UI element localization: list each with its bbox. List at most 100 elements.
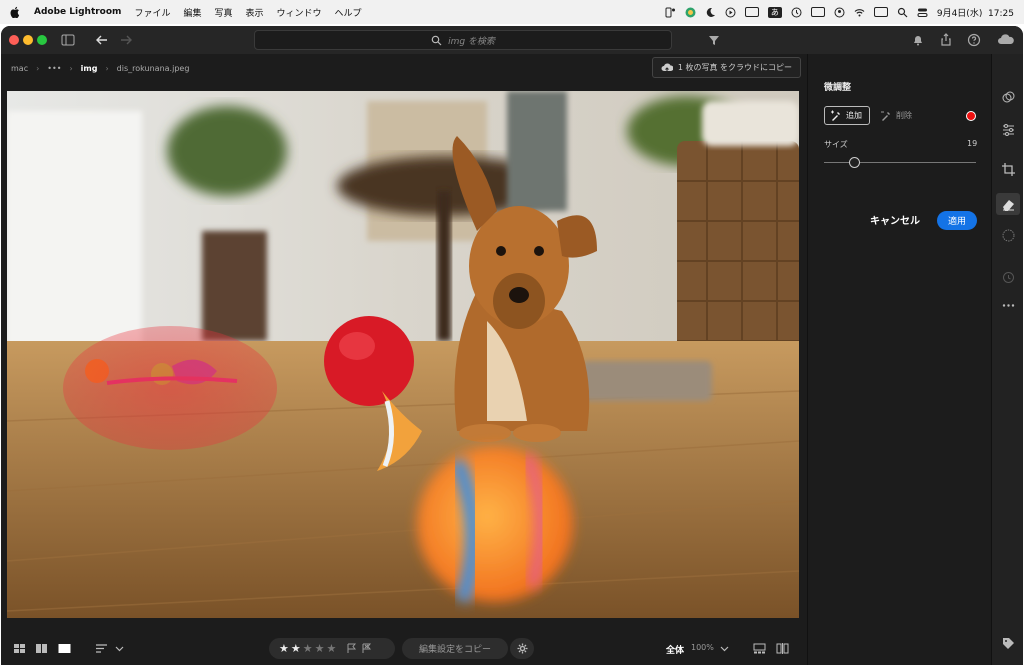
screen-mirror-icon[interactable]: [744, 7, 759, 17]
brush-add-label: 追加: [846, 111, 862, 120]
breadcrumb-item[interactable]: img: [81, 64, 98, 73]
apply-button[interactable]: 適用: [937, 211, 977, 230]
breadcrumb-item[interactable]: mac: [11, 64, 28, 73]
chevron-down-icon[interactable]: [720, 642, 729, 655]
heal-panel: 微調整 追加 削除 サイズ 19 キャンセル 適用: [807, 54, 991, 665]
close-window-button[interactable]: [9, 35, 19, 45]
menu-help[interactable]: ヘルプ: [335, 6, 362, 19]
breadcrumb-item[interactable]: •••: [47, 64, 61, 73]
menubar-datetime[interactable]: 9月4日(水) 17:25: [937, 6, 1014, 19]
panel-title: 微調整: [824, 83, 852, 93]
lightroom-window: img を検索 mac › ••• › img › dis_rokunana.j…: [1, 26, 1023, 665]
chevron-right-icon: ›: [105, 63, 109, 73]
search-placeholder: img を検索: [448, 36, 495, 47]
square-grid-icon[interactable]: [35, 642, 48, 655]
star-icon[interactable]: ★: [303, 642, 313, 655]
brush-minus-icon: [881, 111, 890, 121]
menu-window[interactable]: ウィンドウ: [277, 6, 322, 19]
edit-sliders-icon[interactable]: [1001, 122, 1016, 137]
masking-icon[interactable]: [1001, 228, 1016, 243]
menu-file[interactable]: ファイル: [134, 6, 170, 19]
brush-add-button[interactable]: 追加: [824, 106, 870, 125]
reject-flag-icon[interactable]: [361, 643, 372, 654]
help-icon[interactable]: [967, 33, 981, 47]
cancel-button[interactable]: キャンセル: [870, 212, 920, 227]
pick-flag-icon[interactable]: [346, 643, 357, 654]
battery-icon[interactable]: [810, 7, 825, 17]
breadcrumb-item: dis_rokunana.jpeg: [116, 63, 190, 73]
heal-eraser-icon[interactable]: [996, 193, 1020, 215]
chevron-down-icon[interactable]: [115, 642, 124, 655]
compare-view-icon[interactable]: [776, 642, 789, 655]
brush-remove-button[interactable]: 削除: [880, 106, 912, 125]
share-icon[interactable]: [939, 33, 953, 47]
brush-plus-icon: [831, 110, 840, 121]
bell-icon[interactable]: [911, 33, 925, 47]
sort-icon[interactable]: [95, 642, 108, 655]
breadcrumb: mac › ••• › img › dis_rokunana.jpeg 1 枚の…: [1, 54, 807, 82]
star-icon[interactable]: ★: [291, 642, 301, 655]
star-icon[interactable]: ★: [315, 642, 325, 655]
search-icon: [431, 35, 442, 45]
grid-view-icon[interactable]: [13, 642, 26, 655]
gear-icon: [517, 643, 527, 654]
photo-canvas: [1, 82, 807, 632]
menu-view[interactable]: 表示: [245, 6, 263, 19]
cloud-icon[interactable]: [997, 33, 1015, 47]
back-arrow-icon[interactable]: [95, 33, 109, 47]
copy-edit-settings-label: 編集設定をコピー: [418, 645, 491, 655]
control-center-icon[interactable]: [917, 7, 928, 18]
chevron-right-icon: ›: [36, 63, 40, 73]
sidebar-toggle-icon[interactable]: [61, 33, 75, 47]
star-icon[interactable]: ★: [279, 642, 289, 655]
copy-to-cloud-label: 1 枚の写真 をクラウドにコピー: [677, 63, 792, 72]
edit-tool-strip: [991, 54, 1023, 665]
user-icon[interactable]: [834, 7, 845, 18]
chevron-right-icon: ›: [69, 63, 73, 73]
time-machine-icon[interactable]: [791, 7, 802, 18]
menu-photo[interactable]: 写真: [214, 6, 232, 19]
history-icon[interactable]: [1001, 270, 1016, 285]
play-circle-icon[interactable]: [725, 7, 736, 18]
detail-view-icon[interactable]: [58, 642, 71, 655]
titlebar: img を検索: [1, 26, 1023, 54]
fit-zoom-button[interactable]: 全体: [666, 643, 684, 656]
apple-icon[interactable]: [10, 6, 20, 18]
size-slider-thumb[interactable]: [848, 157, 860, 168]
minimize-window-button[interactable]: [23, 35, 33, 45]
globe-color-icon[interactable]: [685, 7, 696, 18]
menu-edit[interactable]: 編集: [183, 6, 201, 19]
brush-remove-label: 削除: [896, 111, 912, 120]
search-input[interactable]: img を検索: [254, 30, 672, 50]
filmstrip-icon[interactable]: [753, 642, 766, 655]
copy-to-cloud-button[interactable]: 1 枚の写真 をクラウドにコピー: [651, 57, 801, 78]
zoom-level[interactable]: 100%: [691, 643, 714, 652]
photo-image[interactable]: [7, 91, 799, 618]
spotlight-search-icon[interactable]: [897, 7, 908, 18]
size-slider-track[interactable]: [824, 162, 976, 163]
copy-edit-settings-button[interactable]: 編集設定をコピー: [402, 638, 508, 659]
photo-illustration[interactable]: [7, 91, 799, 618]
crop-icon[interactable]: [1001, 162, 1016, 177]
cloud-upload-icon: [661, 63, 673, 72]
zoom-window-button[interactable]: [37, 35, 47, 45]
bottom-toolbar: ★ ★ ★ ★ ★ 編集設定をコピー 全体 100%: [1, 632, 807, 665]
input-method-icon[interactable]: あ: [767, 6, 782, 18]
copy-settings-options-button[interactable]: [510, 638, 534, 659]
forward-arrow-icon[interactable]: [119, 33, 133, 47]
macos-menubar: Adobe Lightroom ファイル 編集 写真 表示 ウィンドウ ヘルプ …: [0, 0, 1024, 24]
presets-icon[interactable]: [1001, 90, 1016, 105]
rating-control: ★ ★ ★ ★ ★: [269, 638, 395, 659]
more-options-icon[interactable]: [1001, 298, 1016, 313]
star-icon[interactable]: ★: [327, 642, 337, 655]
keyboard-icon[interactable]: [873, 7, 888, 17]
status-glyph-icon[interactable]: [665, 7, 676, 18]
filter-icon[interactable]: [707, 33, 721, 47]
menu-app-name[interactable]: Adobe Lightroom: [34, 7, 121, 17]
tag-icon[interactable]: [1001, 636, 1016, 651]
moon-icon[interactable]: [705, 7, 716, 18]
wifi-icon[interactable]: [854, 7, 865, 18]
size-label: サイズ: [824, 140, 848, 149]
size-value[interactable]: 19: [967, 139, 977, 148]
overlay-color-toggle[interactable]: [966, 111, 976, 121]
